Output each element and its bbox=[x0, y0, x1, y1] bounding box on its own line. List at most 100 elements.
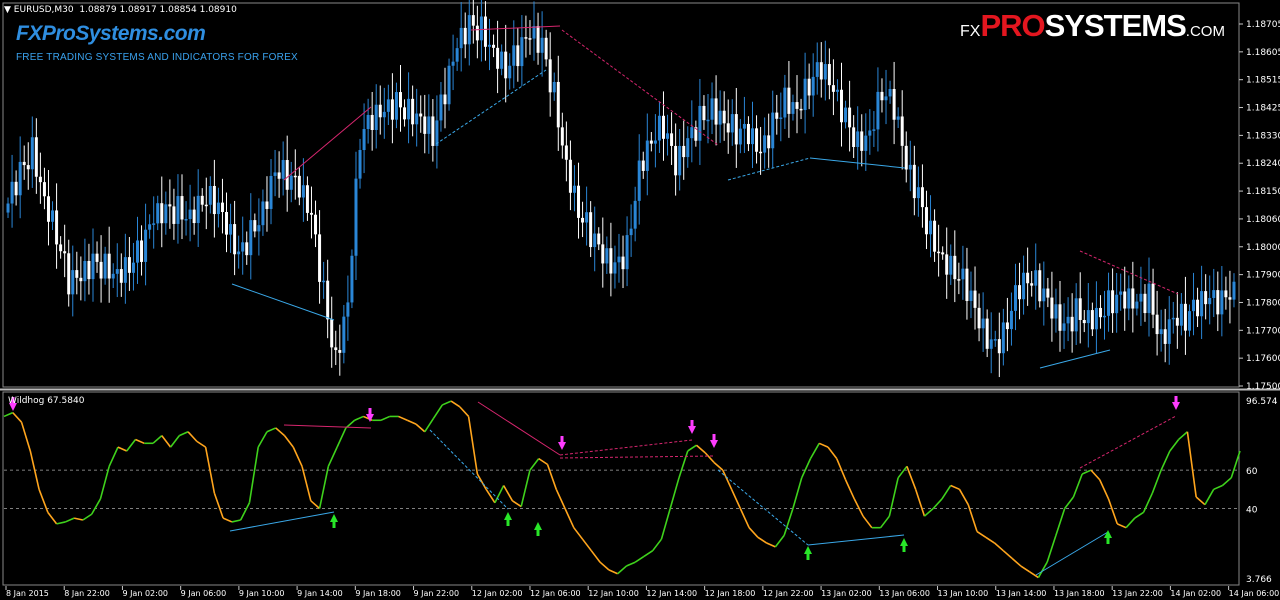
brand-subtitle: FREE TRADING SYSTEMS AND INDICATORS FOR … bbox=[16, 52, 298, 63]
bear-candle bbox=[318, 234, 322, 282]
bear-candle bbox=[1070, 316, 1074, 332]
wildhog-segment bbox=[1002, 550, 1013, 559]
bull-candle bbox=[1139, 293, 1143, 302]
bull-candle bbox=[508, 65, 512, 79]
bull-candle bbox=[779, 117, 783, 119]
bear-candle bbox=[277, 172, 281, 179]
wildhog-segment bbox=[643, 550, 654, 558]
bull-candle bbox=[289, 175, 293, 190]
bear-candle bbox=[1038, 270, 1042, 302]
wildhog-segment bbox=[467, 416, 479, 475]
bear-candle bbox=[997, 339, 1001, 354]
time-tick-label: 12 Jan 18:00 bbox=[705, 589, 756, 598]
wildhog-segment bbox=[1125, 517, 1136, 529]
bear-candle bbox=[1005, 322, 1009, 330]
bull-candle bbox=[479, 16, 483, 41]
bull-candle bbox=[540, 37, 544, 53]
bull-candle bbox=[949, 255, 953, 275]
bull-candle bbox=[358, 150, 362, 179]
bull-candle bbox=[1159, 329, 1163, 335]
wildhog-segment bbox=[950, 484, 960, 491]
wildhog-segment bbox=[590, 550, 601, 563]
bull-candle bbox=[322, 280, 326, 283]
wildhog-segment bbox=[1142, 492, 1154, 513]
bull-candle bbox=[374, 104, 378, 130]
bear-candle bbox=[609, 248, 613, 274]
wildhog-segment bbox=[310, 500, 321, 510]
wildhog-segment bbox=[573, 527, 584, 540]
wildhog-segment bbox=[853, 498, 864, 517]
bull-candle bbox=[698, 105, 702, 141]
bear-candle bbox=[682, 145, 686, 158]
bull-candle bbox=[791, 102, 795, 114]
wildhog-segment bbox=[1011, 557, 1022, 567]
bull-candle bbox=[269, 175, 273, 209]
time-tick-label: 13 Jan 18:00 bbox=[1054, 589, 1105, 598]
bull-candle bbox=[803, 78, 807, 111]
bull-candle bbox=[613, 262, 617, 274]
indicator-label: Wildhog 67.5840 bbox=[8, 396, 85, 406]
bull-candle bbox=[961, 268, 965, 280]
bull-candle bbox=[148, 224, 152, 230]
bear-candle bbox=[504, 51, 508, 79]
bear-candle bbox=[548, 59, 552, 93]
wildhog-segment bbox=[669, 477, 680, 509]
bull-candle bbox=[451, 61, 455, 66]
bull-candle bbox=[876, 91, 880, 130]
wildhog-segment bbox=[415, 423, 426, 433]
bear-candle bbox=[398, 92, 402, 108]
wildhog-segment bbox=[380, 415, 391, 422]
time-tick-label: 13 Jan 02:00 bbox=[821, 589, 872, 598]
bull-candle bbox=[888, 89, 892, 97]
bull-candle bbox=[71, 270, 75, 295]
bull-candle bbox=[164, 204, 168, 224]
bull-candle bbox=[1187, 311, 1191, 331]
bull-candle bbox=[1066, 316, 1070, 324]
wildhog-segment bbox=[1204, 488, 1215, 506]
bear-candle bbox=[293, 175, 297, 178]
bull-candle bbox=[1208, 297, 1212, 305]
bull-candle bbox=[625, 235, 629, 270]
fxprosystems-logo: FXPROSYSTEMS.COM bbox=[960, 8, 1225, 44]
wildhog-segment bbox=[520, 469, 531, 507]
bull-candle bbox=[512, 45, 516, 66]
bear-candle bbox=[670, 133, 674, 146]
indicator-tick-label: 40 bbox=[1246, 506, 1258, 516]
time-tick-label: 12 Jan 14:00 bbox=[646, 589, 697, 598]
time-tick-label: 12 Jan 22:00 bbox=[763, 589, 814, 598]
bull-candle bbox=[730, 114, 734, 133]
bull-candle bbox=[427, 116, 431, 134]
wildhog-segment bbox=[1160, 450, 1171, 471]
bear-candle bbox=[334, 347, 338, 351]
price-axis: 1.18705 1.18605 1.18515 1.18425 1.18330 1.182… bbox=[1239, 20, 1280, 392]
wildhog-segment bbox=[494, 485, 505, 504]
bear-candle bbox=[1030, 283, 1034, 286]
indicator-divergence bbox=[717, 469, 809, 546]
wildhog-segment bbox=[809, 442, 820, 460]
bull-candle bbox=[835, 89, 839, 92]
indicator-divergence bbox=[477, 401, 561, 456]
bull-candle bbox=[1103, 315, 1107, 318]
collapse-triangle-icon[interactable]: ▼ bbox=[4, 5, 11, 15]
bull-candle bbox=[710, 98, 714, 120]
price-tick-label: 1.17500 bbox=[1246, 382, 1280, 392]
wildhog-segment bbox=[1169, 438, 1180, 452]
bull-candle bbox=[152, 223, 156, 225]
wildhog-segment bbox=[617, 565, 627, 575]
bear-candle bbox=[496, 47, 500, 69]
wildhog-segment bbox=[713, 461, 724, 471]
price-tick-label: 1.18240 bbox=[1246, 159, 1280, 169]
bear-candle bbox=[577, 185, 581, 218]
bear-candle bbox=[1123, 291, 1127, 309]
buy-arrow-icon bbox=[900, 538, 908, 552]
time-tick-label: 9 Jan 14:00 bbox=[297, 589, 343, 598]
bull-candle bbox=[273, 172, 277, 176]
wildhog-segment bbox=[985, 536, 995, 544]
bear-candle bbox=[1216, 290, 1220, 315]
ohlc-values: 1.08879 1.08917 1.08854 1.08910 bbox=[79, 5, 237, 15]
bull-candle bbox=[1179, 303, 1183, 326]
bull-candle bbox=[103, 253, 107, 279]
bear-candle bbox=[568, 159, 572, 193]
indicator-divergence bbox=[429, 429, 509, 510]
time-tick-label: 14 Jan 06:00 bbox=[1229, 589, 1280, 598]
